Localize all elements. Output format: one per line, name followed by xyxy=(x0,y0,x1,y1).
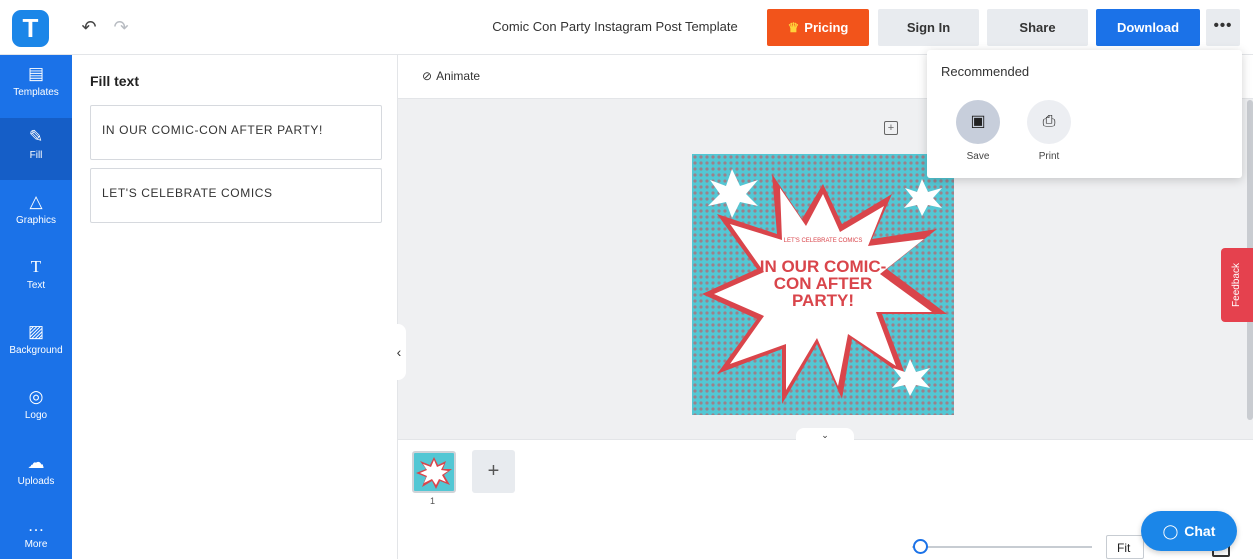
sign-in-button[interactable]: Sign In xyxy=(878,9,979,46)
animate-icon: ⊘ xyxy=(422,69,433,83)
expand-pages-button[interactable]: ⌄ xyxy=(796,428,854,442)
fill-text-field[interactable]: LET'S CELEBRATE COMICS xyxy=(90,168,382,223)
more-icon: … xyxy=(27,516,45,535)
sidebar-item-label: Text xyxy=(26,280,46,291)
undo-icon[interactable]: ↶ xyxy=(78,16,100,38)
page-thumbnail[interactable] xyxy=(412,451,456,493)
text-icon: T xyxy=(30,257,42,276)
templates-icon: ▤ xyxy=(27,64,45,83)
print-option[interactable]: ⎙ Print xyxy=(1027,100,1071,162)
more-options-button[interactable]: ••• xyxy=(1206,9,1240,46)
pricing-label: Pricing xyxy=(804,20,849,35)
feedback-label: Feedback xyxy=(1231,263,1242,307)
fit-zoom-button[interactable]: Fit xyxy=(1106,535,1144,559)
sidebar-item-logo[interactable]: ◎ Logo xyxy=(0,378,72,440)
download-button[interactable]: Download xyxy=(1096,9,1200,46)
sidebar-item-templates[interactable]: ▤ Templates xyxy=(0,55,72,117)
background-icon: ▨ xyxy=(27,322,45,341)
dropdown-title: Recommended xyxy=(941,64,1030,79)
collapse-panel-button[interactable]: ‹ xyxy=(392,324,406,380)
crown-icon: ♛ xyxy=(787,20,800,35)
panel-title: Fill text xyxy=(90,73,140,89)
shapes-icon: △ xyxy=(29,192,43,211)
add-page-icon[interactable]: + xyxy=(884,121,898,135)
sidebar-item-fill[interactable]: ✎ Fill xyxy=(0,118,72,180)
logo-icon: ◎ xyxy=(28,387,44,406)
artboard-headline-text[interactable]: IN OUR COMIC-CON AFTER PARTY! xyxy=(758,258,888,309)
pricing-button[interactable]: ♛ Pricing xyxy=(767,9,869,46)
sidebar-item-uploads[interactable]: ☁ Uploads xyxy=(0,444,72,506)
top-bar: T ↶ ↷ Comic Con Party Instagram Post Tem… xyxy=(0,0,1253,55)
save-icon[interactable]: ▣ xyxy=(956,100,1000,144)
artboard-subtitle-text[interactable]: LET'S CELEBRATE COMICS xyxy=(692,238,954,245)
chevron-down-icon: ⌄ xyxy=(821,430,829,440)
save-option[interactable]: ▣ Save xyxy=(956,100,1000,162)
sidebar-item-graphics[interactable]: △ Graphics xyxy=(0,183,72,245)
sidebar-item-label: Uploads xyxy=(17,476,55,487)
print-icon[interactable]: ⎙ xyxy=(1027,100,1071,144)
feedback-tab[interactable]: Feedback xyxy=(1221,248,1253,322)
page-number: 1 xyxy=(430,496,436,506)
animate-label: Animate xyxy=(436,69,481,83)
animate-button[interactable]: ⊘ Animate xyxy=(422,69,480,83)
sidebar-item-more[interactable]: … More xyxy=(0,507,72,559)
zoom-slider-handle[interactable] xyxy=(913,539,928,554)
sidebar-item-label: Fill xyxy=(29,150,43,161)
fill-text-field[interactable]: IN OUR COMIC-CON AFTER PARTY! xyxy=(90,105,382,160)
left-sidebar: ▤ Templates ✎ Fill △ Graphics T Text ▨ B… xyxy=(0,55,72,559)
design-artboard[interactable]: LET'S CELEBRATE COMICS IN OUR COMIC-CON … xyxy=(692,154,954,415)
chat-bubble-icon: ◯ xyxy=(1162,523,1179,539)
sidebar-item-label: Logo xyxy=(24,410,48,421)
chevron-left-icon: ‹ xyxy=(396,344,402,360)
pencil-icon: ✎ xyxy=(28,127,44,146)
chat-button[interactable]: ◯ Chat xyxy=(1141,511,1237,551)
sidebar-item-label: Graphics xyxy=(15,215,56,226)
document-title[interactable]: Comic Con Party Instagram Post Template xyxy=(470,19,760,34)
upload-icon: ☁ xyxy=(27,453,45,472)
sidebar-item-label: Templates xyxy=(13,87,59,98)
sidebar-item-background[interactable]: ▨ Background xyxy=(0,313,72,375)
page-thumbnail-preview xyxy=(416,457,452,489)
share-button[interactable]: Share xyxy=(987,9,1088,46)
zoom-slider-track[interactable] xyxy=(912,546,1092,548)
add-page-button[interactable]: + xyxy=(472,450,515,493)
app-logo[interactable]: T xyxy=(12,10,49,47)
chat-label: Chat xyxy=(1184,523,1216,539)
redo-icon[interactable]: ↷ xyxy=(110,16,132,38)
fill-text-panel: Fill text IN OUR COMIC-CON AFTER PARTY! … xyxy=(72,55,398,559)
sidebar-item-text[interactable]: T Text xyxy=(0,248,72,310)
print-label: Print xyxy=(1038,151,1060,162)
sidebar-item-label: More xyxy=(24,539,48,550)
save-label: Save xyxy=(966,151,990,162)
sidebar-item-label: Background xyxy=(9,345,63,356)
download-recommended-dropdown: Recommended ▣ Save ⎙ Print xyxy=(927,50,1242,178)
plus-icon: + xyxy=(487,460,500,482)
